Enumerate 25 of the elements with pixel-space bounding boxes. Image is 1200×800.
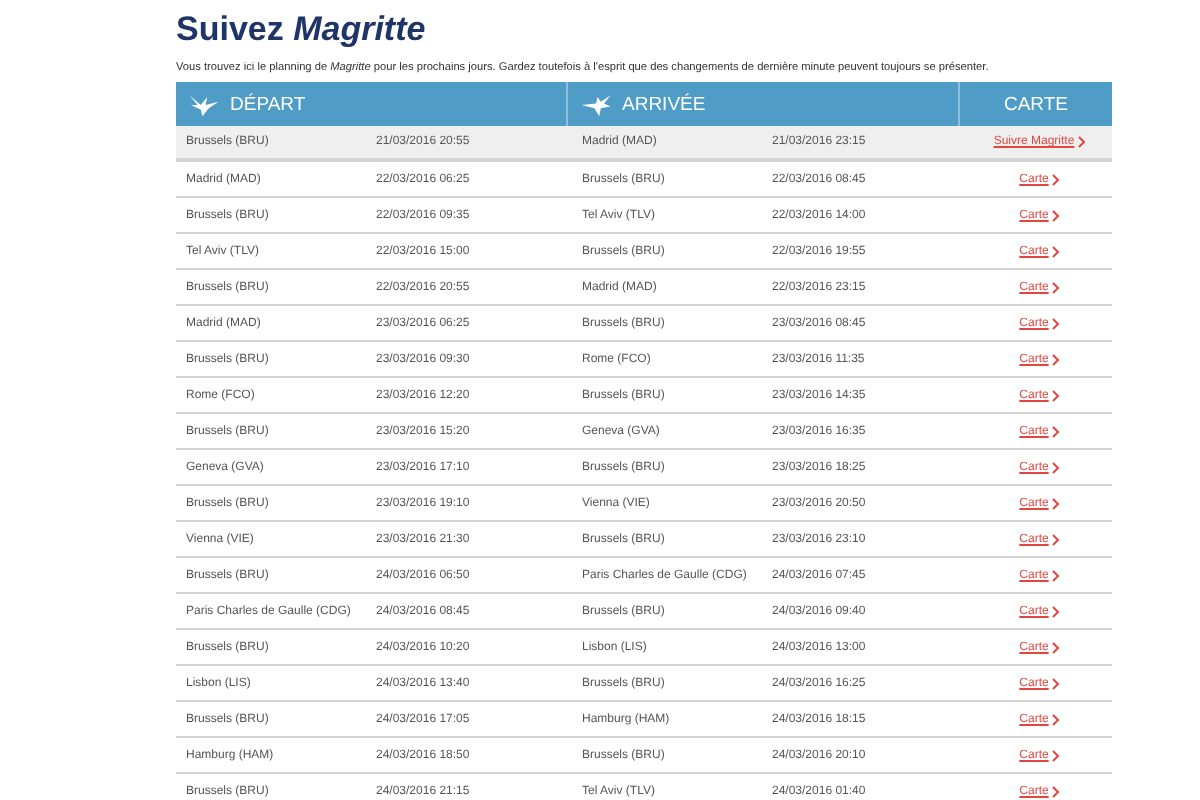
chevron-right-icon: [1052, 605, 1061, 617]
bird-icon: [188, 91, 220, 117]
chevron-right-icon: [1078, 136, 1087, 148]
column-header: ARRIVÉE: [622, 93, 706, 115]
bird-icon: [580, 91, 612, 117]
chevron-right-icon: [1052, 389, 1061, 401]
chevron-right-icon: [1052, 245, 1061, 257]
column-header: CARTE: [1003, 93, 1069, 115]
chevron-right-icon: [1052, 677, 1061, 689]
chevron-right-icon: [1052, 461, 1061, 473]
chevron-right-icon: [1052, 173, 1061, 185]
chevron-right-icon: [1052, 785, 1061, 797]
chevron-right-icon: [1052, 749, 1061, 761]
chevron-right-icon: [1052, 569, 1061, 581]
column-header: DÉPART: [230, 93, 306, 115]
chevron-right-icon: [1052, 317, 1061, 329]
chevron-right-icon: [1052, 533, 1061, 545]
chevron-right-icon: [1052, 353, 1061, 365]
chevron-right-icon: [1052, 641, 1061, 653]
page-title: Suivez Magritte: [176, 8, 428, 52]
chevron-right-icon: [1052, 497, 1061, 509]
chevron-right-icon: [1052, 713, 1061, 725]
chevron-right-icon: [1052, 425, 1061, 437]
chevron-right-icon: [1052, 281, 1061, 293]
chevron-right-icon: [1052, 209, 1061, 221]
